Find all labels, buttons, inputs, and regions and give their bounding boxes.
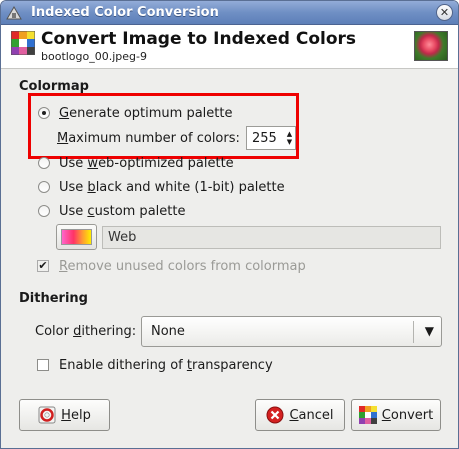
lifebuoy-icon bbox=[38, 406, 56, 424]
image-thumbnail bbox=[414, 31, 448, 61]
convert-button[interactable]: Convert bbox=[351, 399, 441, 431]
radio-custom-palette[interactable]: Use custom palette bbox=[38, 201, 185, 221]
radio-label: Use black and white (1-bit) palette bbox=[59, 179, 285, 195]
radio-label: Use custom palette bbox=[59, 203, 186, 219]
radio-label: Generate optimum palette bbox=[59, 105, 233, 121]
indexed-colors-icon bbox=[358, 406, 377, 424]
colormap-section-title: Colormap bbox=[19, 79, 89, 94]
cancel-icon bbox=[266, 406, 284, 424]
radio-indicator[interactable] bbox=[38, 205, 50, 217]
chevron-down-icon[interactable]: ▼ bbox=[425, 324, 434, 338]
checkbox-label: Enable dithering of transparency bbox=[59, 357, 273, 373]
dropdown-value: None bbox=[151, 324, 185, 339]
close-icon[interactable]: ✕ bbox=[436, 4, 453, 21]
max-colors-spinbutton[interactable]: 255 ▲ ▼ bbox=[246, 126, 296, 150]
max-colors-label: Maximum number of colors: bbox=[57, 130, 240, 146]
dithering-section-title: Dithering bbox=[19, 291, 88, 306]
color-dithering-dropdown[interactable]: None ▼ bbox=[141, 316, 442, 347]
convert-button-label: Convert bbox=[381, 407, 434, 423]
image-name: bootlogo_00.jpeg-9 bbox=[41, 50, 148, 63]
spin-arrows[interactable]: ▲ ▼ bbox=[284, 127, 295, 149]
dialog-heading: Convert Image to Indexed Colors bbox=[41, 29, 357, 49]
radio-indicator[interactable] bbox=[38, 107, 50, 119]
spin-up-icon: ▲ bbox=[286, 130, 293, 138]
palette-icon bbox=[6, 6, 22, 20]
remove-unused-checkbox: ✔ Remove unused colors from colormap bbox=[37, 257, 306, 275]
cancel-button-label: Cancel bbox=[289, 407, 334, 423]
cancel-button[interactable]: Cancel bbox=[255, 399, 345, 431]
title-bar[interactable]: Indexed Color Conversion ✕ bbox=[1, 1, 458, 25]
indexed-colors-icon bbox=[11, 31, 35, 55]
radio-black-white[interactable]: Use black and white (1-bit) palette bbox=[38, 177, 285, 197]
dialog-header: Convert Image to Indexed Colors bootlogo… bbox=[1, 25, 458, 69]
palette-name-field: Web bbox=[102, 226, 441, 249]
window-title: Indexed Color Conversion bbox=[31, 5, 219, 20]
max-colors-value[interactable]: 255 bbox=[247, 131, 284, 146]
spin-down-icon: ▼ bbox=[286, 138, 293, 146]
radio-indicator[interactable] bbox=[38, 181, 50, 193]
dialog-window: Indexed Color Conversion ✕ Convert Image… bbox=[0, 0, 459, 449]
help-button-label: Help bbox=[61, 407, 91, 423]
radio-indicator[interactable] bbox=[38, 157, 50, 169]
radio-web-optimized[interactable]: Use web-optimized palette bbox=[38, 153, 234, 173]
radio-generate-optimum[interactable]: Generate optimum palette bbox=[38, 103, 233, 123]
dropdown-separator bbox=[413, 321, 414, 343]
palette-preview-swatch bbox=[61, 229, 92, 245]
checkbox-indicator[interactable] bbox=[37, 359, 49, 371]
help-button[interactable]: Help bbox=[19, 399, 110, 431]
checkbox-label: Remove unused colors from colormap bbox=[59, 258, 306, 274]
dither-transparency-checkbox[interactable]: Enable dithering of transparency bbox=[37, 356, 273, 374]
radio-label: Use web-optimized palette bbox=[59, 155, 234, 171]
checkbox-indicator: ✔ bbox=[37, 259, 49, 272]
palette-select-button[interactable] bbox=[56, 224, 97, 250]
color-dithering-label: Color dithering: bbox=[35, 323, 137, 339]
